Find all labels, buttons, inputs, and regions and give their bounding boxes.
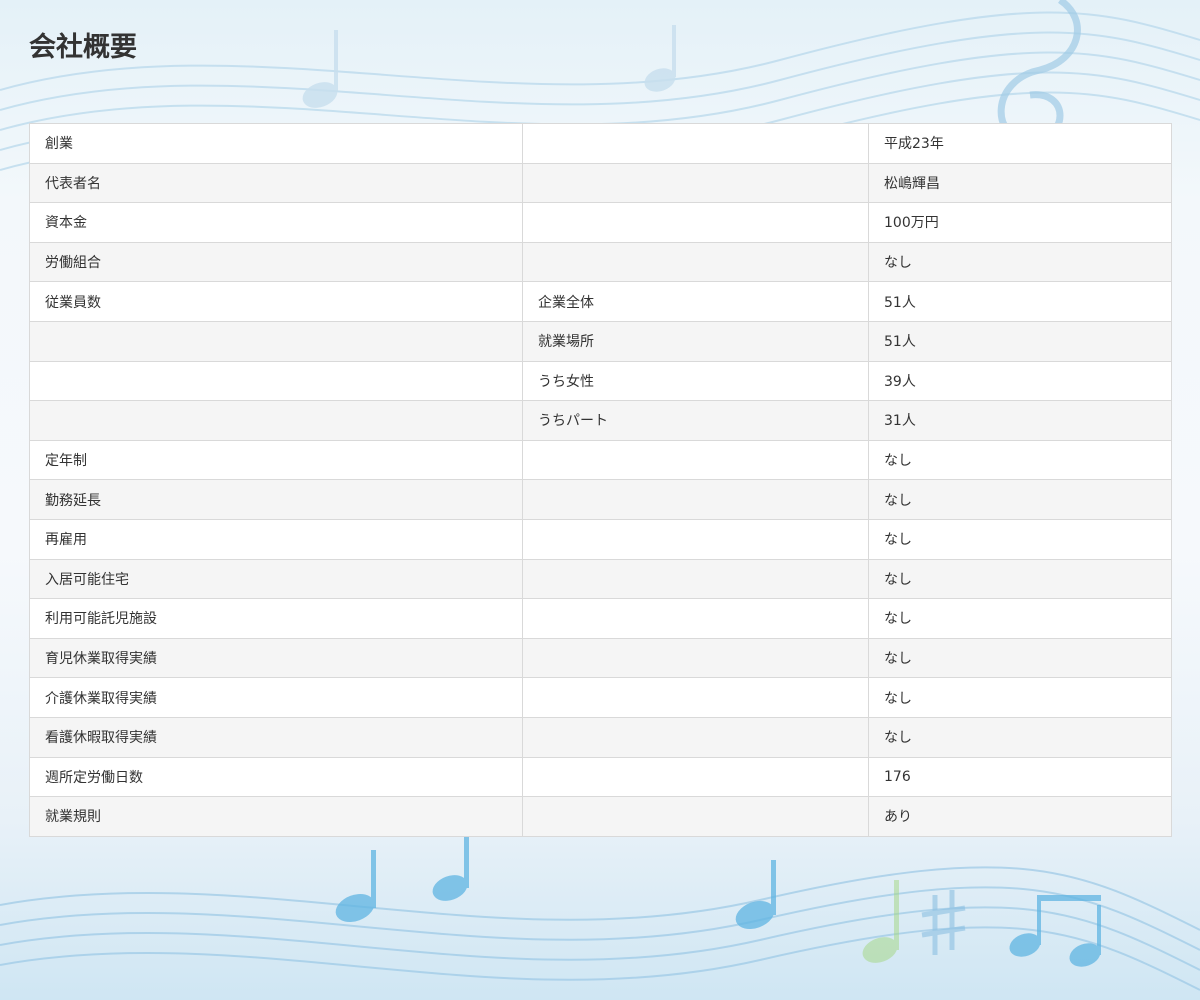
- row-label: [29, 360, 523, 402]
- sharp-icon: [921, 890, 966, 955]
- row-sublabel: 就業場所: [522, 320, 869, 362]
- row-sublabel: [522, 202, 869, 243]
- row-label: 介護休業取得実績: [29, 677, 523, 718]
- row-label: 週所定労働日数: [29, 756, 523, 798]
- row-sublabel: [522, 123, 869, 164]
- row-label: 利用可能託児施設: [29, 598, 523, 639]
- row-value: 松嶋輝昌: [868, 162, 1172, 204]
- row-label: 就業規則: [29, 796, 523, 837]
- row-sublabel: [522, 756, 869, 798]
- row-value: 100万円: [868, 202, 1172, 243]
- row-label: [29, 320, 523, 362]
- table-row: 就業場所 51人: [29, 320, 1172, 362]
- table-row: 勤務延長 なし: [29, 479, 1172, 520]
- table-row: 再雇用 なし: [29, 518, 1172, 560]
- row-label: 勤務延長: [29, 479, 523, 520]
- row-label: 従業員数: [29, 281, 523, 322]
- table-row: うち女性 39人: [29, 360, 1172, 402]
- row-label: 入居可能住宅: [29, 558, 523, 600]
- row-value: なし: [868, 558, 1172, 600]
- row-sublabel: うち女性: [522, 360, 869, 402]
- row-sublabel: [522, 518, 869, 560]
- table-row: 資本金 100万円: [29, 202, 1172, 243]
- row-value: なし: [868, 598, 1172, 639]
- row-sublabel: 企業全体: [522, 281, 869, 322]
- row-sublabel: [522, 598, 869, 639]
- row-value: あり: [868, 796, 1172, 837]
- table-row: 利用可能託児施設 なし: [29, 598, 1172, 639]
- music-note-icon: [335, 835, 1101, 967]
- row-label: 資本金: [29, 202, 523, 243]
- row-value: 176: [868, 756, 1172, 798]
- row-value: 39人: [868, 360, 1172, 402]
- page-title: 会社概要: [29, 32, 137, 63]
- row-value: なし: [868, 716, 1172, 758]
- row-value: なし: [868, 637, 1172, 679]
- row-label: 再雇用: [29, 518, 523, 560]
- row-sublabel: [522, 439, 869, 481]
- table-row: 創業 平成23年: [29, 123, 1172, 164]
- table-row: 従業員数 企業全体 51人: [29, 281, 1172, 322]
- row-sublabel: [522, 479, 869, 520]
- table-row: 定年制 なし: [29, 439, 1172, 481]
- staff-lines-bottom: [0, 866, 1200, 991]
- table-row: 労働組合 なし: [29, 241, 1172, 283]
- row-label: 創業: [29, 123, 523, 164]
- table-row: 介護休業取得実績 なし: [29, 677, 1172, 718]
- row-label: 代表者名: [29, 162, 523, 204]
- row-value: なし: [868, 241, 1172, 283]
- row-sublabel: [522, 716, 869, 758]
- row-value: なし: [868, 518, 1172, 560]
- row-sublabel: [522, 558, 869, 600]
- row-value: なし: [868, 439, 1172, 481]
- row-label: 定年制: [29, 439, 523, 481]
- row-sublabel: [522, 677, 869, 718]
- row-sublabel: [522, 637, 869, 679]
- table-row: うちパート 31人: [29, 400, 1172, 441]
- table-row: 入居可能住宅 なし: [29, 558, 1172, 600]
- table-row: 代表者名 松嶋輝昌: [29, 162, 1172, 204]
- row-sublabel: うちパート: [522, 400, 869, 441]
- row-label: 看護休暇取得実績: [29, 716, 523, 758]
- row-label: 労働組合: [29, 241, 523, 283]
- table-row: 就業規則 あり: [29, 796, 1172, 837]
- music-note-icon: [302, 25, 676, 108]
- row-sublabel: [522, 241, 869, 283]
- row-value: なし: [868, 677, 1172, 718]
- row-label: [29, 400, 523, 441]
- company-info-table: 創業 平成23年 代表者名 松嶋輝昌 資本金 100万円 労働組合 なし 従業員…: [29, 123, 1172, 837]
- row-sublabel: [522, 796, 869, 837]
- row-value: なし: [868, 479, 1172, 520]
- row-value: 51人: [868, 320, 1172, 362]
- row-value: 平成23年: [868, 123, 1172, 164]
- table-row: 週所定労働日数 176: [29, 756, 1172, 798]
- table-row: 看護休暇取得実績 なし: [29, 716, 1172, 758]
- treble-clef-icon: [997, 0, 1081, 144]
- music-note-icon: [862, 880, 899, 963]
- row-label: 育児休業取得実績: [29, 637, 523, 679]
- table-row: 育児休業取得実績 なし: [29, 637, 1172, 679]
- row-value: 51人: [868, 281, 1172, 322]
- row-value: 31人: [868, 400, 1172, 441]
- row-sublabel: [522, 162, 869, 204]
